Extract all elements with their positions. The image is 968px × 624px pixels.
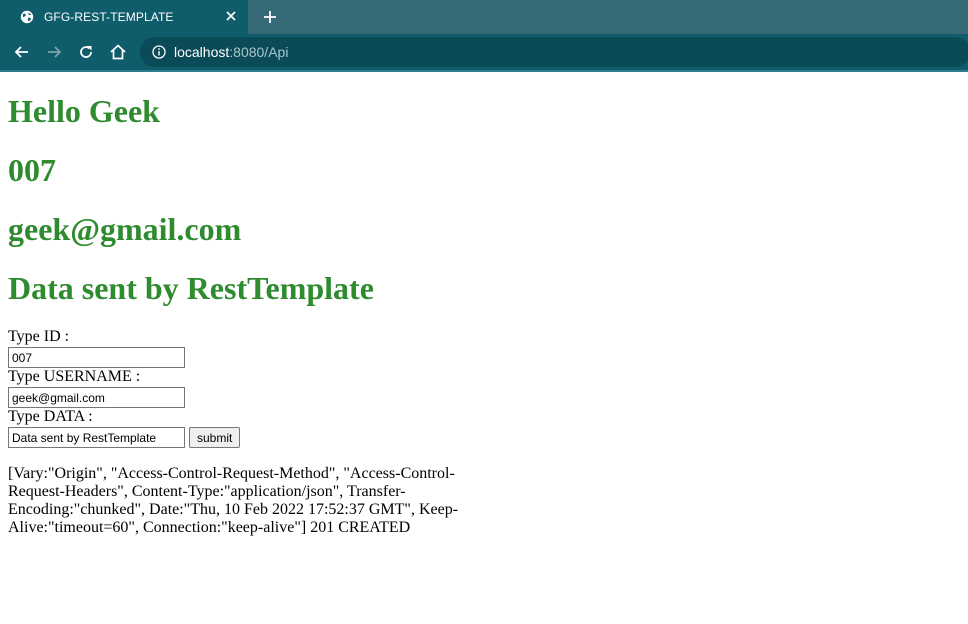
info-icon[interactable] xyxy=(152,45,166,59)
new-tab-plus-icon[interactable] xyxy=(260,7,280,27)
data-label: Type DATA : xyxy=(8,408,93,425)
heading-username: geek@gmail.com xyxy=(8,211,242,247)
data-input[interactable] xyxy=(8,427,185,448)
browser-window: GFG-REST-TEMPLATE localhost:8080/Api Hel… xyxy=(0,0,968,624)
back-arrow-icon[interactable] xyxy=(12,42,32,62)
browser-toolbar: localhost:8080/Api xyxy=(0,34,968,70)
tab-strip: GFG-REST-TEMPLATE xyxy=(0,0,968,34)
url-path: :8080/Api xyxy=(229,44,289,60)
heading-greeting: Hello Geek xyxy=(8,93,160,129)
id-input[interactable] xyxy=(8,347,185,368)
tab-active[interactable]: GFG-REST-TEMPLATE xyxy=(0,0,248,34)
response-output: [Vary:"Origin", "Access-Control-Request-… xyxy=(8,465,459,536)
heading-id: 007 xyxy=(8,152,56,188)
username-input[interactable] xyxy=(8,387,185,408)
username-label: Type USERNAME : xyxy=(8,368,141,385)
url-text[interactable]: localhost:8080/Api xyxy=(174,44,288,60)
reload-icon[interactable] xyxy=(76,42,96,62)
tab-title: GFG-REST-TEMPLATE xyxy=(44,10,174,24)
heading-data: Data sent by RestTemplate xyxy=(8,270,374,306)
page-content: Hello Geek 007 geek@gmail.com Data sent … xyxy=(0,72,968,624)
id-label: Type ID : xyxy=(8,328,70,345)
rest-form: Type ID : Type USERNAME : Type DATA : su… xyxy=(8,328,960,448)
home-icon[interactable] xyxy=(108,42,128,62)
globe-icon xyxy=(20,10,34,24)
submit-button[interactable]: submit xyxy=(189,427,241,448)
forward-arrow-icon[interactable] xyxy=(44,42,64,62)
close-icon[interactable] xyxy=(224,9,238,23)
url-host: localhost xyxy=(174,44,230,60)
address-bar[interactable]: localhost:8080/Api xyxy=(140,37,968,67)
data-row: submit xyxy=(8,427,960,448)
